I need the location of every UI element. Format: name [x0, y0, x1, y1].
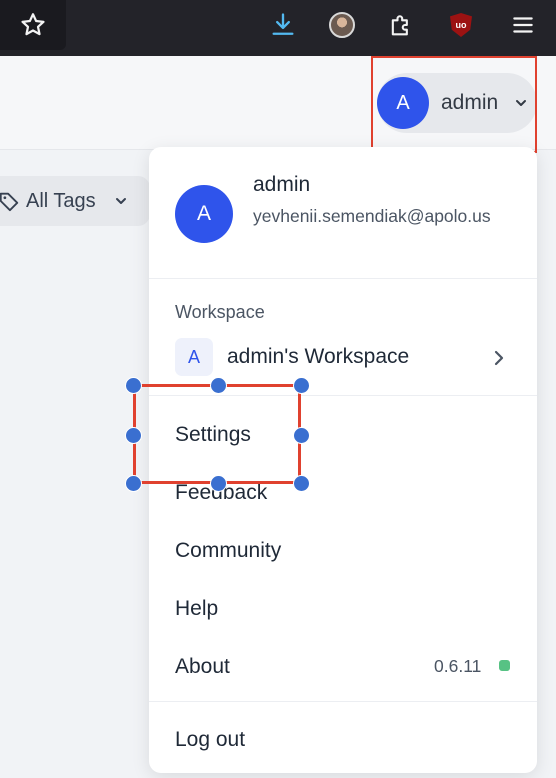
resize-handle-top[interactable] — [210, 377, 227, 394]
profile-avatar: A — [175, 185, 233, 243]
bookmark-star-button[interactable] — [0, 0, 66, 50]
extensions-button[interactable] — [386, 10, 416, 40]
logout-menu-item[interactable]: Log out — [175, 728, 245, 752]
status-indicator — [499, 660, 510, 671]
ublock-badge-text: uo — [455, 20, 467, 30]
divider — [149, 278, 537, 279]
profile-button[interactable] — [327, 10, 357, 40]
download-icon — [272, 13, 294, 35]
resize-handle-top-right[interactable] — [293, 377, 310, 394]
browser-toolbar: uo — [0, 0, 556, 56]
divider — [149, 701, 537, 702]
workspace-badge-initial: A — [187, 346, 200, 367]
all-tags-label: All Tags — [26, 190, 96, 212]
chevron-down-icon — [116, 198, 126, 204]
profile-email: yevhenii.semendiak@apolo.us — [253, 206, 491, 226]
help-menu-item[interactable]: Help — [175, 597, 218, 621]
resize-handle-bottom-left[interactable] — [125, 475, 142, 492]
selection-box — [133, 384, 301, 484]
download-button[interactable] — [268, 10, 298, 40]
workspace-heading: Workspace — [175, 302, 265, 322]
resize-handle-top-left[interactable] — [125, 377, 142, 394]
workspace-badge: A — [175, 338, 213, 376]
hamburger-menu-icon — [513, 17, 533, 33]
resize-handle-bottom-right[interactable] — [293, 475, 310, 492]
all-tags-filter[interactable]: All Tags — [0, 176, 150, 226]
profile-name: admin — [253, 173, 311, 196]
resize-handle-right[interactable] — [293, 427, 310, 444]
about-menu-item[interactable]: About — [175, 655, 230, 679]
profile-avatar-icon — [329, 12, 355, 38]
resize-handle-left[interactable] — [125, 427, 142, 444]
app-menu-button[interactable] — [508, 10, 538, 40]
ublock-origin-button[interactable]: uo — [446, 10, 476, 40]
workspace-name: admin's Workspace — [227, 345, 410, 368]
user-menu-highlight-box — [371, 56, 537, 153]
chevron-right-icon — [494, 350, 504, 366]
community-menu-item[interactable]: Community — [175, 539, 281, 563]
resize-handle-bottom[interactable] — [210, 475, 227, 492]
workspace-switcher[interactable]: A admin's Workspace — [149, 335, 537, 381]
version-label: 0.6.11 — [434, 656, 482, 676]
profile-avatar-initial: A — [196, 202, 211, 225]
tag-icon — [0, 192, 19, 212]
ublock-origin-icon: uo — [450, 13, 472, 37]
extensions-puzzle-icon — [391, 15, 408, 36]
star-icon — [21, 13, 45, 36]
